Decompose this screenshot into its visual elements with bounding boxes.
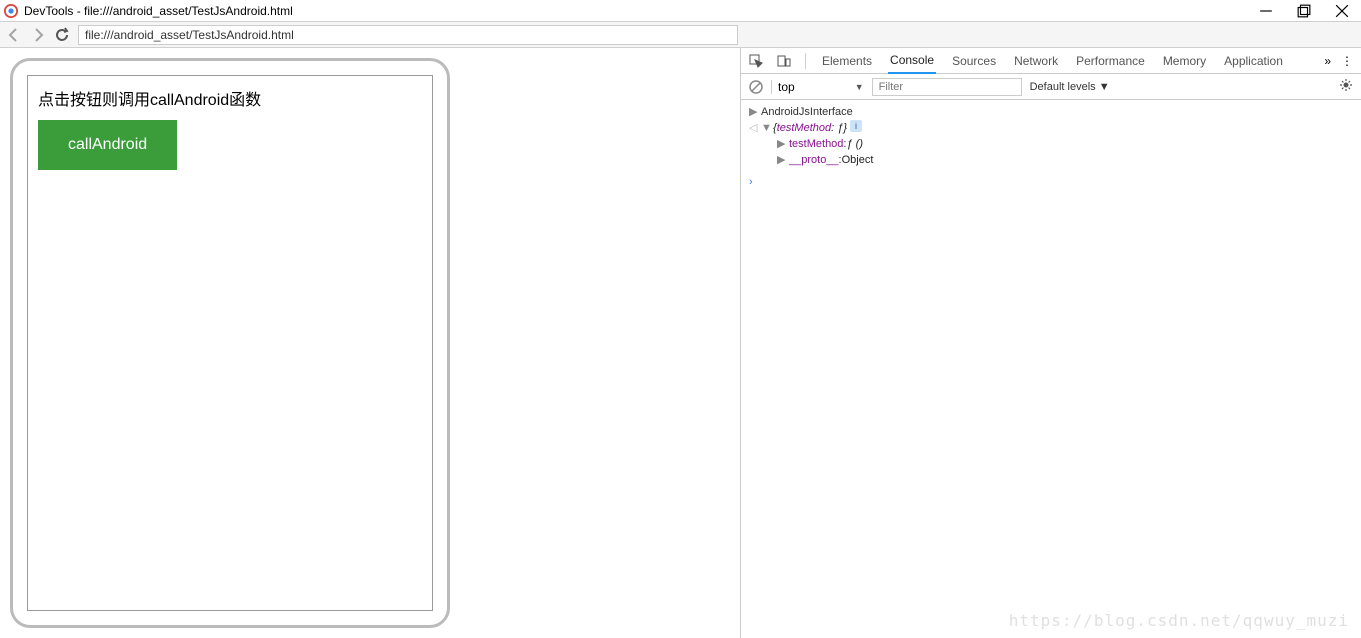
- info-badge-icon[interactable]: i: [850, 120, 862, 132]
- window-controls: [1259, 4, 1357, 18]
- more-tabs-icon[interactable]: »: [1324, 54, 1331, 68]
- device-frame: 点击按钮则调用callAndroid函数 callAndroid: [10, 58, 450, 628]
- chrome-icon: [4, 4, 18, 18]
- window-title: DevTools - file:///android_asset/TestJsA…: [24, 4, 1259, 18]
- page-content: 点击按钮则调用callAndroid函数 callAndroid: [27, 75, 433, 611]
- window-titlebar: DevTools - file:///android_asset/TestJsA…: [0, 0, 1361, 22]
- minimize-button[interactable]: [1259, 4, 1273, 18]
- tab-console[interactable]: Console: [888, 48, 936, 74]
- reload-button[interactable]: [54, 27, 70, 43]
- main-split: 点击按钮则调用callAndroid函数 callAndroid Element…: [0, 48, 1361, 638]
- devtools-tabs: Elements Console Sources Network Perform…: [741, 48, 1361, 74]
- console-log-line: ▶ AndroidJsInterface: [749, 104, 1353, 120]
- clear-console-icon[interactable]: [749, 80, 763, 94]
- back-button[interactable]: [6, 27, 22, 43]
- console-toolbar: top ▼ Default levels ▼: [741, 74, 1361, 100]
- property-key: testMethod: [789, 136, 843, 152]
- property-key: __proto__: [789, 152, 839, 168]
- close-button[interactable]: [1335, 4, 1349, 18]
- inspect-icon[interactable]: [749, 54, 763, 68]
- console-filter-input[interactable]: [872, 78, 1022, 96]
- execution-context-selector[interactable]: top ▼: [771, 80, 864, 94]
- devtools-menu-icon[interactable]: ⋮: [1341, 54, 1353, 68]
- tab-application[interactable]: Application: [1222, 49, 1285, 73]
- property-value: Object: [842, 152, 874, 168]
- navigation-bar: [0, 22, 1361, 48]
- rendered-page-pane: 点击按钮则调用callAndroid函数 callAndroid: [0, 48, 740, 638]
- device-toggle-icon[interactable]: [777, 54, 791, 68]
- devtools-tab-overflow: » ⋮: [1324, 54, 1353, 68]
- tab-elements[interactable]: Elements: [820, 49, 874, 73]
- page-heading: 点击按钮则调用callAndroid函数: [38, 86, 422, 110]
- expand-icon[interactable]: ▶: [749, 104, 757, 120]
- expand-icon[interactable]: ▶: [777, 152, 785, 168]
- console-settings-icon[interactable]: [1339, 78, 1353, 95]
- tab-performance[interactable]: Performance: [1074, 49, 1147, 73]
- object-property: ▶ __proto__: Object: [749, 152, 1353, 168]
- tab-network[interactable]: Network: [1012, 49, 1060, 73]
- expand-icon[interactable]: ▶: [777, 136, 785, 152]
- object-preview[interactable]: {testMethod: ƒ}: [773, 120, 847, 136]
- object-property: ▶ testMethod: ƒ (): [749, 136, 1353, 152]
- dropdown-icon: ▼: [855, 82, 864, 92]
- log-text: AndroidJsInterface: [761, 104, 853, 120]
- collapse-icon[interactable]: ◁: [749, 120, 757, 136]
- separator: [805, 53, 806, 69]
- tab-memory[interactable]: Memory: [1161, 49, 1208, 73]
- console-prompt[interactable]: ›: [749, 174, 1353, 190]
- prompt-icon: ›: [749, 174, 753, 190]
- tab-sources[interactable]: Sources: [950, 49, 998, 73]
- forward-button[interactable]: [30, 27, 46, 43]
- expand-icon[interactable]: ▼: [761, 120, 769, 136]
- maximize-button[interactable]: [1297, 4, 1311, 18]
- log-levels-selector[interactable]: Default levels ▼: [1030, 81, 1110, 93]
- address-bar[interactable]: [78, 25, 738, 45]
- console-output: ▶ AndroidJsInterface ◁ ▼ {testMethod: ƒ}…: [741, 100, 1361, 638]
- context-label: top: [778, 80, 795, 94]
- watermark-text: https://blog.csdn.net/qqwuy_muzi: [1009, 611, 1349, 630]
- property-value: ƒ (): [846, 136, 863, 152]
- console-log-line: ◁ ▼ {testMethod: ƒ} i: [749, 120, 1353, 136]
- call-android-button[interactable]: callAndroid: [38, 120, 177, 170]
- devtools-panel: Elements Console Sources Network Perform…: [740, 48, 1361, 638]
